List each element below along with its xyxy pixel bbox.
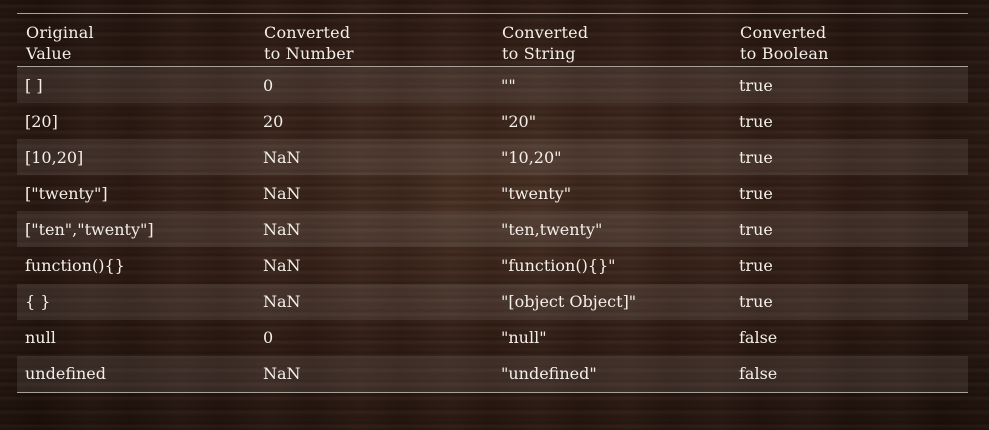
table-row: undefined NaN "undefined" false [17, 355, 968, 392]
cell-boolean: false [739, 328, 778, 348]
cell-boolean: true [739, 292, 773, 312]
table-row: ["twenty"] NaN "twenty" true [17, 175, 968, 211]
cell-string: "ten,twenty" [501, 219, 603, 239]
table-row: { } NaN "[object Object]" true [17, 283, 968, 320]
header-line: to Boolean [740, 44, 829, 63]
cell-number: NaN [263, 147, 301, 167]
cell-boolean: true [739, 219, 773, 239]
table-row: [10,20] NaN "10,20" true [17, 139, 968, 176]
header-line: Original [26, 23, 94, 42]
cell-original: null [25, 328, 56, 348]
header-converted-string: Converted to String [493, 14, 731, 66]
cell-boolean: true [739, 111, 773, 131]
type-conversion-table: Original Value Converted to Number Conve… [17, 13, 968, 393]
cell-boolean: true [739, 183, 773, 203]
cell-number: 0 [263, 328, 274, 348]
cell-boolean: true [739, 75, 773, 95]
cell-string: "[object Object]" [501, 292, 637, 312]
header-line: Converted [502, 23, 589, 42]
cell-original: ["twenty"] [25, 183, 108, 203]
cell-string: "10,20" [501, 147, 562, 167]
table-row: ["ten","twenty"] NaN "ten,twenty" true [17, 211, 968, 248]
cell-original: function(){} [25, 256, 125, 276]
cell-boolean: true [739, 147, 773, 167]
cell-string: "" [501, 75, 516, 95]
cell-string: "null" [501, 328, 547, 348]
cell-number: NaN [263, 292, 301, 312]
table-header-row: Original Value Converted to Number Conve… [17, 14, 968, 66]
cell-original: [20] [25, 111, 58, 131]
table-row: [20] 20 "20" true [17, 103, 968, 139]
table-row: null 0 "null" false [17, 320, 968, 356]
cell-original: undefined [25, 364, 107, 384]
cell-number: 0 [263, 75, 274, 95]
header-line: to String [502, 44, 576, 63]
cell-number: NaN [263, 256, 301, 276]
cell-original: [10,20] [25, 147, 84, 167]
cell-number: 20 [263, 111, 284, 131]
cell-string: "function(){}" [501, 256, 616, 276]
table-row: [ ] 0 "" true [17, 67, 968, 104]
header-line: Value [26, 44, 72, 63]
cell-boolean: false [739, 364, 778, 384]
table-row: function(){} NaN "function(){}" true [17, 247, 968, 283]
cell-boolean: true [739, 256, 773, 276]
table-bottom-rule [17, 391, 968, 393]
cell-number: NaN [263, 219, 301, 239]
header-converted-boolean: Converted to Boolean [731, 14, 968, 66]
cell-string: "undefined" [501, 364, 597, 384]
cell-original: { } [25, 292, 51, 312]
cell-original: ["ten","twenty"] [25, 219, 154, 239]
header-line: Converted [740, 23, 827, 42]
cell-original: [ ] [25, 75, 43, 95]
cell-number: NaN [263, 364, 301, 384]
header-line: to Number [264, 44, 354, 63]
header-original-value: Original Value [17, 14, 255, 66]
header-line: Converted [264, 23, 351, 42]
header-converted-number: Converted to Number [255, 14, 493, 66]
cell-string: "twenty" [501, 183, 572, 203]
cell-string: "20" [501, 111, 537, 131]
cell-number: NaN [263, 183, 301, 203]
